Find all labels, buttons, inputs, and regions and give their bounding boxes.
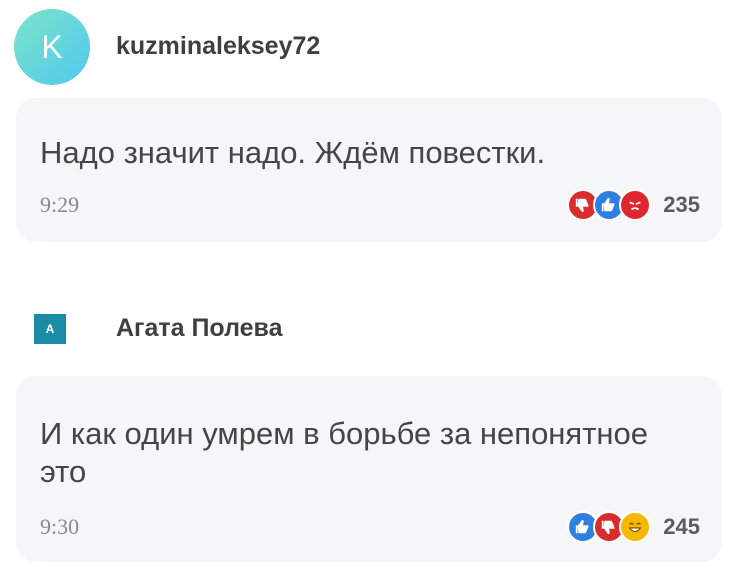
comment-text: Надо значит надо. Ждём повестки.: [40, 135, 546, 170]
comment-bubble: Надо значит надо. Ждём повестки. 9:29 23…: [16, 98, 722, 242]
comment-author-row: K kuzminaleksey72: [0, 0, 732, 95]
reactions-bar[interactable]: 245: [567, 511, 700, 543]
comment-bubble: И как один умрем в борьбе за непонятное …: [16, 376, 722, 562]
comment-time: 9:30: [40, 514, 80, 539]
comment-time: 9:29: [40, 192, 80, 217]
avatar[interactable]: A: [34, 314, 66, 344]
author-name[interactable]: Агата Полева: [116, 314, 282, 343]
comment-text: И как один умрем в борьбе за непонятное …: [40, 416, 649, 489]
reaction-count: 235: [663, 192, 700, 217]
angry-icon[interactable]: [619, 189, 652, 221]
avatar[interactable]: K: [14, 9, 90, 85]
avatar-letter: K: [41, 28, 63, 65]
reactions-bar[interactable]: 235: [567, 189, 700, 221]
author-name[interactable]: kuzminaleksey72: [116, 32, 320, 61]
comment-author-row: A Агата Полева: [0, 300, 732, 360]
reaction-count: 245: [663, 514, 700, 539]
avatar-letter: A: [45, 322, 55, 336]
laugh-icon[interactable]: [619, 511, 652, 543]
